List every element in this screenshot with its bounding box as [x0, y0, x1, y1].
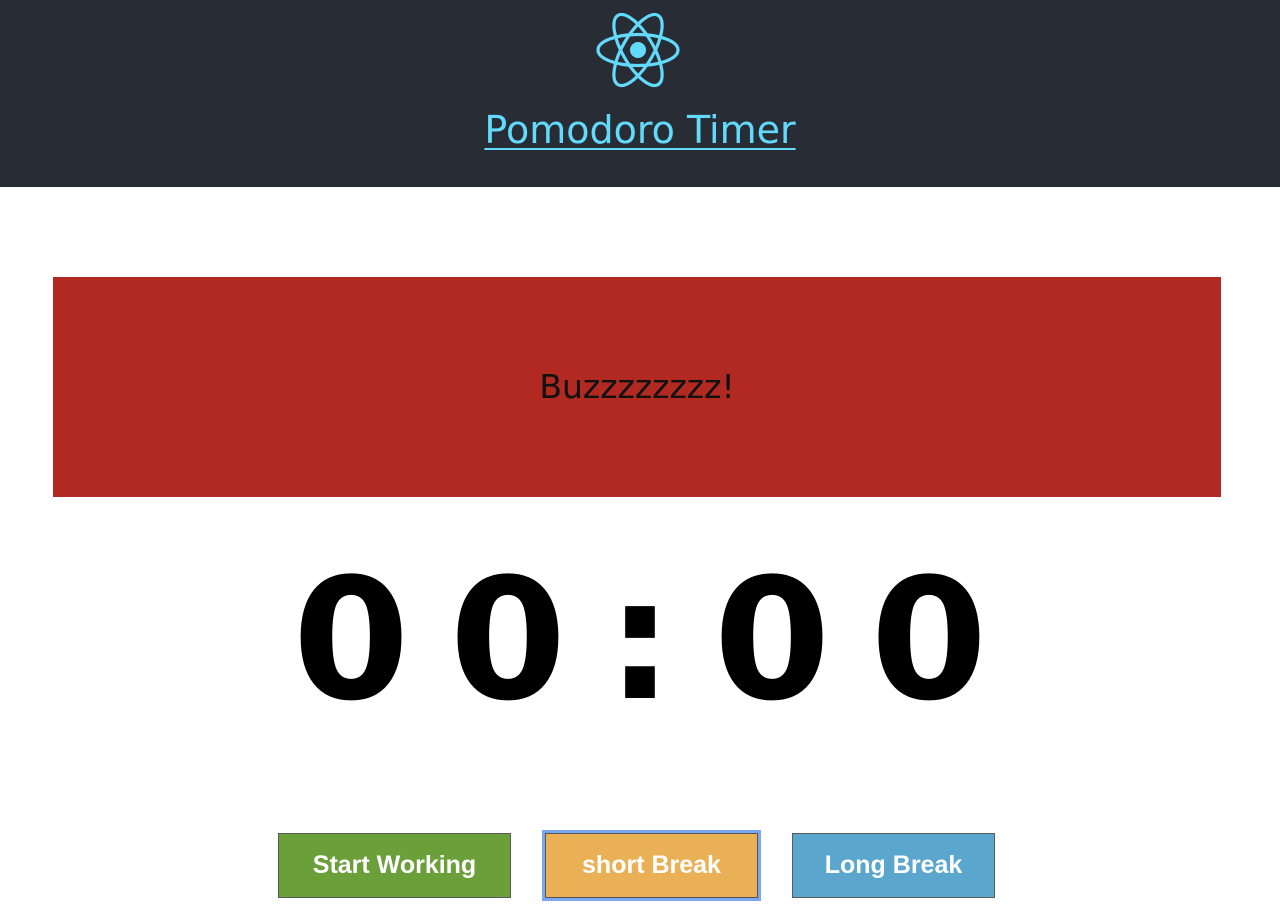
- short-break-button[interactable]: short Break: [545, 833, 758, 898]
- app-title-link[interactable]: Pomodoro Timer: [0, 106, 1280, 154]
- start-working-button[interactable]: Start Working: [278, 833, 511, 898]
- alert-message: Buzzzzzzzz!: [539, 367, 735, 406]
- long-break-button[interactable]: Long Break: [792, 833, 995, 898]
- alert-banner: Buzzzzzzzz!: [53, 277, 1221, 497]
- app-header: Pomodoro Timer: [0, 0, 1280, 187]
- timer-display: 00:00: [292, 542, 1028, 738]
- react-atom-icon: [596, 12, 680, 88]
